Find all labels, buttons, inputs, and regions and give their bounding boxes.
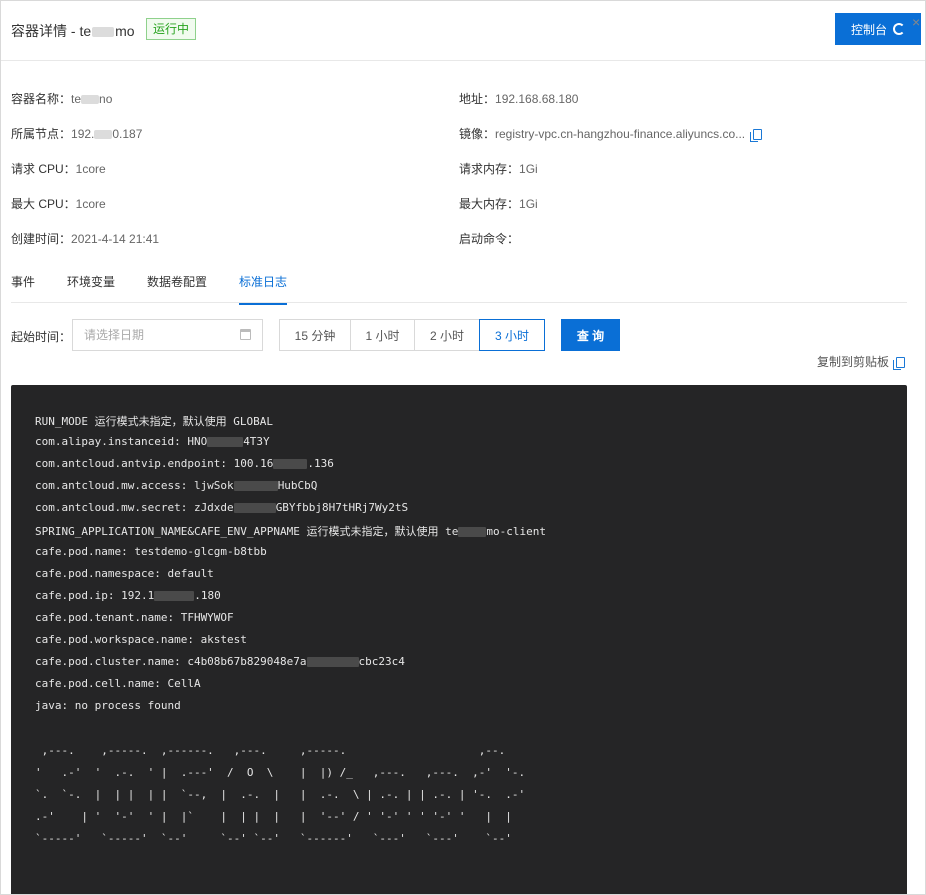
- image-label: 镜像：: [459, 127, 496, 141]
- request-memory-label: 请求内存：: [459, 162, 520, 176]
- request-memory-field: 请求内存：1Gi: [459, 160, 538, 177]
- copy-to-clipboard-label: 复制到剪贴板: [817, 355, 890, 369]
- log-line: cafe.pod.cluster.name: c4b08b67b829048e7…: [35, 655, 405, 668]
- log-console[interactable]: RUN_MODE 运行模式未指定，默认使用 GLOBAL com.alipay.…: [11, 385, 907, 894]
- date-picker-input[interactable]: [72, 319, 263, 351]
- detail-tabs: 事件 环境变量 数据卷配置 标准日志: [11, 263, 907, 305]
- copy-icon[interactable]: [750, 129, 763, 143]
- max-cpu-field: 最大 CPU：1core: [11, 195, 106, 212]
- log-line: RUN_MODE 运行模式未指定，默认使用 GLOBAL: [35, 415, 273, 428]
- tab-stdout-log[interactable]: 标准日志: [239, 273, 288, 305]
- page-title: 容器详情 - te mo: [11, 21, 135, 41]
- log-text: cafe.pod.ip: 192.1: [35, 589, 155, 602]
- calendar-icon[interactable]: [240, 329, 251, 340]
- container-name-label: 容器名称：: [11, 92, 72, 106]
- log-line: java: no process found: [35, 699, 181, 712]
- max-cpu-value: 1core: [75, 197, 106, 211]
- container-name-suffix: no: [99, 92, 113, 106]
- max-memory-field: 最大内存：1Gi: [459, 195, 538, 212]
- log-text: com.antcloud.mw.secret: zJdxde: [35, 501, 234, 514]
- image-value: registry-vpc.cn-hangzhou-finance.aliyunc…: [495, 127, 746, 141]
- redacted-mask: [233, 481, 278, 491]
- request-cpu-label: 请求 CPU：: [11, 162, 76, 176]
- tab-env-vars[interactable]: 环境变量: [67, 273, 115, 303]
- log-line: cafe.pod.workspace.name: akstest: [35, 633, 247, 646]
- request-cpu-value: 1core: [75, 162, 106, 176]
- log-text: cbc23c4: [358, 655, 405, 668]
- log-line: com.antcloud.antvip.endpoint: 100.16 .136: [35, 457, 334, 470]
- redacted-mask: [306, 657, 359, 667]
- panel-header: 容器详情 - te mo 运行中 控制台 ×: [1, 1, 925, 61]
- image-field: 镜像：registry-vpc.cn-hangzhou-finance.aliy…: [459, 125, 763, 143]
- node-suffix: 0.187: [112, 127, 143, 141]
- request-cpu-field: 请求 CPU：1core: [11, 160, 106, 177]
- log-line: com.antcloud.mw.access: ljwSok HubCbQ: [35, 479, 317, 492]
- start-command-field: 启动命令：: [459, 230, 519, 247]
- container-name-prefix: te: [71, 92, 82, 106]
- log-line: cafe.pod.namespace: default: [35, 567, 214, 580]
- log-text: .136: [307, 457, 334, 470]
- log-line: cafe.pod.name: testdemo-glcgm-b8tbb: [35, 545, 267, 558]
- log-text: mo-client: [486, 525, 547, 538]
- status-badge: 运行中: [146, 18, 197, 40]
- redacted-mask: [92, 27, 115, 38]
- log-text: HubCbQ: [277, 479, 318, 492]
- max-cpu-label: 最大 CPU：: [11, 197, 76, 211]
- query-button[interactable]: 查 询: [561, 319, 620, 351]
- created-time-value: 2021-4-14 21:41: [71, 232, 160, 246]
- log-line: SPRING_APPLICATION_NAME&CAFE_ENV_APPNAME…: [35, 523, 546, 539]
- created-time-field: 创建时间：2021-4-14 21:41: [11, 230, 159, 247]
- created-time-label: 创建时间：: [11, 232, 72, 246]
- range-15min-button[interactable]: 15 分钟: [279, 319, 351, 351]
- close-icon[interactable]: ×: [912, 15, 920, 29]
- container-detail-panel: 容器详情 - te mo 运行中 控制台 × 容器名称：te no 地址：192.1…: [0, 0, 926, 895]
- address-label: 地址：: [459, 92, 496, 106]
- title-suffix: mo: [115, 23, 135, 39]
- redacted-mask: [207, 437, 244, 447]
- node-prefix: 192.: [71, 127, 95, 141]
- log-text: com.antcloud.antvip.endpoint: 100.16: [35, 457, 274, 470]
- container-name-field: 容器名称：te no: [11, 90, 112, 107]
- range-3h-button[interactable]: 3 小时: [479, 319, 545, 351]
- start-command-label: 启动命令：: [459, 232, 520, 246]
- range-1h-button[interactable]: 1 小时: [350, 319, 415, 351]
- log-text: .180: [194, 589, 221, 602]
- range-2h-button[interactable]: 2 小时: [414, 319, 480, 351]
- tab-volumes[interactable]: 数据卷配置: [147, 273, 207, 303]
- log-line: com.alipay.instanceid: HNO 4T3Y: [35, 435, 270, 448]
- node-label: 所属节点：: [11, 127, 72, 141]
- log-text: SPRING_APPLICATION_NAME&CAFE_ENV_APPNAME…: [35, 525, 459, 538]
- max-memory-label: 最大内存：: [459, 197, 520, 211]
- log-line: cafe.pod.tenant.name: TFHWYWOF: [35, 611, 234, 624]
- clipboard-icon: [893, 357, 906, 371]
- ascii-banner: ,---. ,-----. ,------. ,---. ,-----. ,--…: [35, 744, 526, 845]
- redacted-mask: [94, 130, 113, 140]
- log-text: com.alipay.instanceid: HNO: [35, 435, 208, 448]
- console-button-label: 控制台: [850, 22, 887, 37]
- node-field: 所属节点：192. 0.187: [11, 125, 142, 142]
- log-text: GBYfbbj8H7tHRj7Wy2tS: [275, 501, 409, 514]
- refresh-icon: [893, 23, 905, 35]
- log-text: cafe.pod.cluster.name: c4b08b67b829048e7…: [35, 655, 307, 668]
- tab-events[interactable]: 事件: [11, 273, 35, 303]
- redacted-mask: [458, 527, 487, 537]
- redacted-mask: [154, 591, 195, 601]
- log-line: com.antcloud.mw.secret: zJdxde GBYfbbj8H7…: [35, 501, 408, 514]
- log-line: cafe.pod.cell.name: CellA: [35, 677, 201, 690]
- max-memory-value: 1Gi: [519, 197, 538, 211]
- address-value: 192.168.68.180: [495, 92, 579, 106]
- redacted-mask: [81, 95, 100, 105]
- log-text: 4T3Y: [243, 435, 270, 448]
- address-field: 地址：192.168.68.180: [459, 90, 578, 107]
- request-memory-value: 1Gi: [519, 162, 538, 176]
- log-line: cafe.pod.ip: 192.1 .180: [35, 589, 221, 602]
- start-time-label: 起始时间：: [11, 330, 72, 344]
- title-prefix: 容器详情 - te: [11, 23, 92, 39]
- console-button[interactable]: 控制台: [835, 13, 921, 45]
- redacted-mask: [233, 503, 276, 513]
- log-text: com.antcloud.mw.access: ljwSok: [35, 479, 234, 492]
- redacted-mask: [273, 459, 308, 469]
- copy-to-clipboard-link[interactable]: 复制到剪贴板: [817, 353, 906, 371]
